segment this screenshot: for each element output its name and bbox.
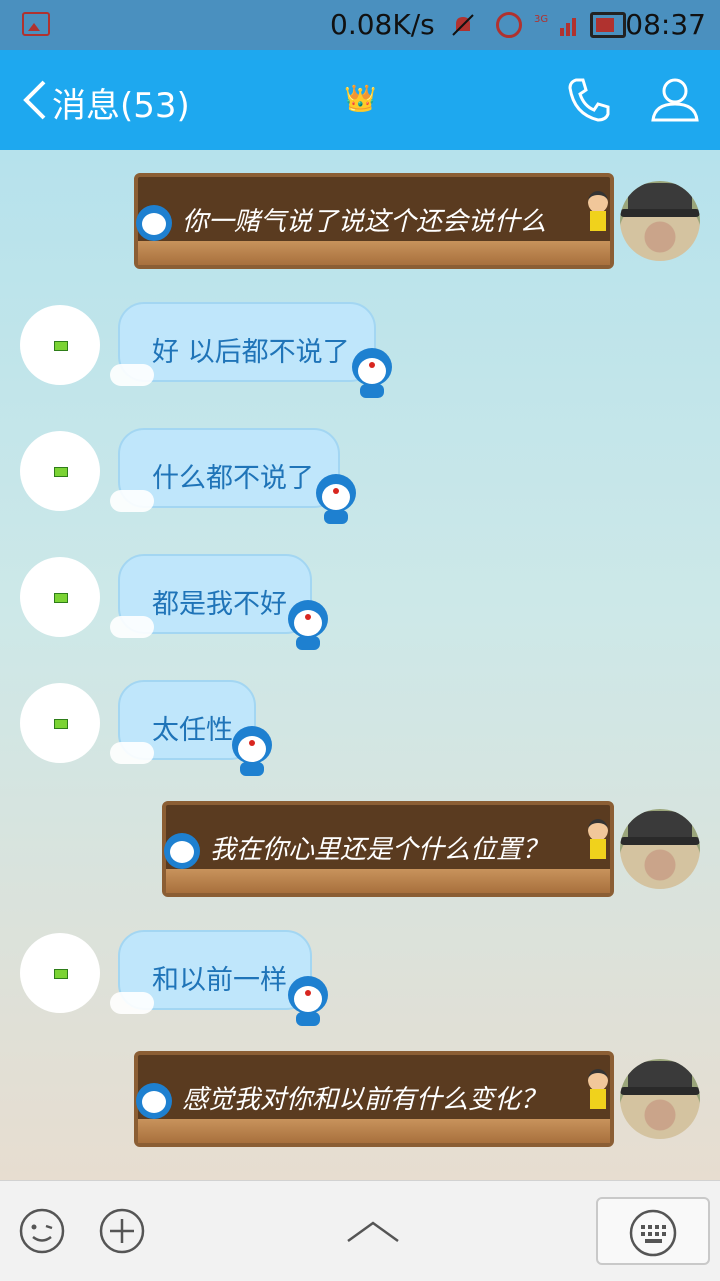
doraemon-sticker-icon — [350, 346, 394, 398]
status-bar: 0.08K/s 3G 08:37 — [0, 0, 720, 50]
smiley-icon[interactable] — [18, 1207, 66, 1255]
person-icon[interactable] — [650, 74, 700, 124]
network-speed: 0.08K/s — [330, 8, 435, 41]
contact-avatar[interactable] — [20, 305, 100, 385]
my-avatar[interactable] — [620, 809, 700, 889]
message-text: 太任性 — [152, 715, 233, 746]
alarm-clock-icon — [496, 12, 522, 38]
keyboard-button[interactable] — [596, 1197, 710, 1265]
doraemon-sticker-icon — [136, 205, 172, 241]
picture-icon — [22, 12, 50, 36]
message-text: 好 以后都不说了 — [152, 337, 350, 368]
message-text: 都是我不好 — [152, 589, 287, 620]
battery-icon — [54, 341, 68, 351]
contact-avatar[interactable] — [20, 683, 100, 763]
back-button[interactable]: 消息(53) — [52, 78, 190, 127]
contact-avatar[interactable] — [20, 557, 100, 637]
chevron-up-icon[interactable] — [346, 1219, 400, 1243]
input-toolbar — [0, 1180, 720, 1281]
battery-icon — [54, 467, 68, 477]
network-type: 3G — [534, 14, 548, 25]
message-bubble-incoming[interactable]: 好 以后都不说了 — [110, 302, 392, 398]
doraemon-sticker-icon — [136, 1083, 172, 1119]
boy-sticker-icon — [586, 1069, 610, 1111]
message-bubble-outgoing[interactable]: 感觉我对你和以前有什么变化？ — [134, 1051, 614, 1147]
message-bubble-incoming[interactable]: 和以前一样 — [110, 930, 328, 1026]
chat-header: 消息(53) 👑 — [0, 50, 720, 150]
message-bubble-outgoing[interactable]: 我在你心里还是个什么位置？ — [162, 801, 614, 897]
phone-icon[interactable] — [566, 76, 612, 124]
message-bubble-incoming[interactable]: 太任性 — [110, 680, 272, 776]
doraemon-sticker-icon — [230, 724, 274, 776]
my-avatar[interactable] — [620, 1059, 700, 1139]
message-list[interactable]: 你一赌气说了说这个还会说什么 好 以后都不说了 什么都不说了 都是我不好 太任性… — [0, 150, 720, 1180]
battery-icon — [54, 969, 68, 979]
message-bubble-outgoing[interactable]: 你一赌气说了说这个还会说什么 — [134, 173, 614, 269]
keyboard-icon — [629, 1209, 677, 1257]
clock: 08:37 — [625, 8, 706, 41]
doraemon-sticker-icon — [164, 833, 200, 869]
crown-icon: 👑 — [344, 84, 377, 114]
doraemon-sticker-icon — [286, 598, 330, 650]
message-text: 我在你心里还是个什么位置？ — [210, 835, 549, 865]
battery-icon — [54, 719, 68, 729]
contact-avatar[interactable] — [20, 431, 100, 511]
boy-sticker-icon — [586, 819, 610, 861]
message-text: 你一赌气说了说这个还会说什么 — [182, 207, 547, 237]
battery-icon — [54, 593, 68, 603]
message-text: 和以前一样 — [152, 965, 287, 996]
message-bubble-incoming[interactable]: 什么都不说了 — [110, 428, 356, 524]
plus-icon[interactable] — [98, 1207, 146, 1255]
boy-sticker-icon — [586, 191, 610, 233]
signal-icon: 3G — [534, 14, 576, 36]
message-text: 感觉我对你和以前有什么变化？ — [182, 1085, 547, 1115]
message-bubble-incoming[interactable]: 都是我不好 — [110, 554, 328, 650]
contact-avatar[interactable] — [20, 933, 100, 1013]
battery-icon — [590, 12, 626, 38]
bell-off-icon — [452, 14, 474, 36]
my-avatar[interactable] — [620, 181, 700, 261]
doraemon-sticker-icon — [314, 472, 358, 524]
doraemon-sticker-icon — [286, 974, 330, 1026]
message-text: 什么都不说了 — [152, 463, 314, 494]
